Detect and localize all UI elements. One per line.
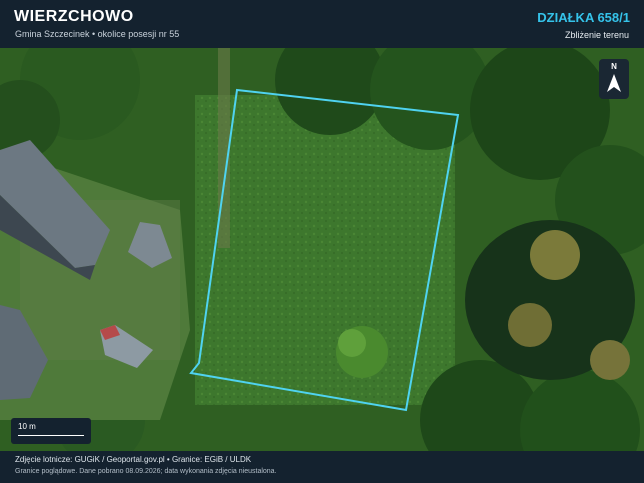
parcel-id: DZIAŁKA 658/1 [537, 10, 630, 25]
header-bar: WIERZCHOWO Gmina Szczecinek • okolice po… [0, 0, 644, 48]
north-arrow-icon [607, 74, 621, 92]
aerial-photo [0, 48, 644, 451]
scale-label: 10 m [18, 422, 36, 431]
location-subtitle: Gmina Szczecinek • okolice posesji nr 55 [15, 29, 180, 39]
north-label: N [611, 62, 617, 71]
view-mode-label: Zbliżenie terenu [564, 30, 629, 40]
disclaimer-text: Granice poglądowe. Dane pobrano 08.09.20… [15, 468, 277, 475]
aerial-map[interactable] [0, 48, 644, 451]
scale-bar [18, 435, 84, 436]
location-title: WIERZCHOWO [14, 8, 134, 25]
scale-bar-box: 10 m [11, 418, 91, 444]
credits-text: Zdjęcie lotnicze: GUGiK / Geoportal.gov.… [15, 455, 252, 464]
north-arrow: N [599, 59, 629, 99]
footer-bar: Zdjęcie lotnicze: GUGiK / Geoportal.gov.… [0, 451, 644, 483]
